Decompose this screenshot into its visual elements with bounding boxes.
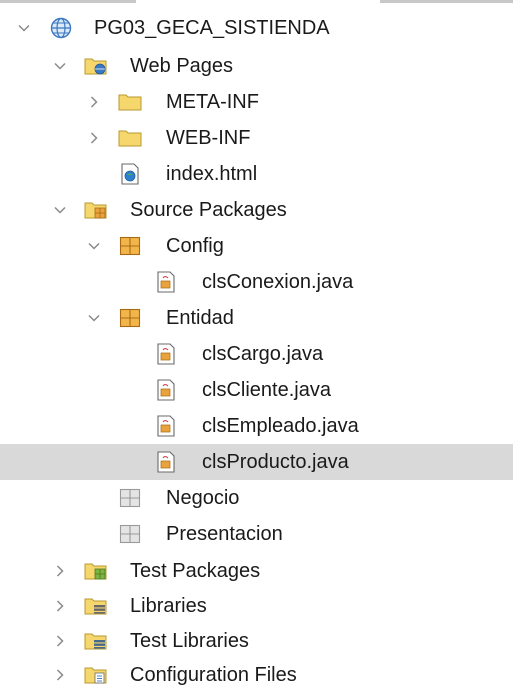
top-border-segment	[0, 0, 136, 3]
chevron-down-icon[interactable]	[88, 240, 100, 252]
chevron-right-icon[interactable]	[88, 132, 100, 144]
tree-node-label: clsEmpleado.java	[202, 415, 359, 437]
tree-node-web-pages[interactable]: Web Pages	[0, 48, 513, 84]
tree-node-label: Presentacion	[166, 523, 283, 545]
tree-node-label: clsCliente.java	[202, 379, 331, 401]
tree-node-cls-cliente[interactable]: clsCliente.java	[0, 372, 513, 408]
tree-node-label: clsCargo.java	[202, 343, 324, 365]
package-icon	[119, 235, 141, 257]
tree-node-label: Libraries	[130, 595, 207, 617]
tree-node-entidad[interactable]: Entidad	[0, 300, 513, 336]
tree-node-config[interactable]: Config	[0, 228, 513, 264]
package-icon	[119, 307, 141, 329]
tree-node-label: index.html	[166, 163, 258, 185]
tree-node-presentacion[interactable]: Presentacion	[0, 516, 513, 552]
tree-node-label: Configuration Files	[130, 664, 297, 686]
tree-node-web-inf[interactable]: WEB-INF	[0, 120, 513, 156]
tree-node-label: Config	[166, 235, 224, 257]
tree-node-label: WEB-INF	[166, 127, 251, 149]
folder-icon	[118, 91, 142, 113]
tree-node-label: PG03_GECA_SISTIENDA	[94, 17, 330, 39]
tree-node-source-packages[interactable]: Source Packages	[0, 192, 513, 228]
top-border	[0, 0, 513, 4]
tree-node-label: Negocio	[166, 487, 240, 509]
web-pages-folder-icon	[84, 55, 107, 77]
test-libraries-icon	[84, 630, 107, 652]
test-packages-icon	[84, 560, 107, 582]
empty-package-icon	[119, 523, 141, 545]
tree-node-label: META-INF	[166, 91, 259, 113]
tree-node-label: clsConexion.java	[202, 271, 354, 293]
java-file-icon	[156, 415, 178, 437]
tree-node-negocio[interactable]: Negocio	[0, 480, 513, 516]
tree-node-label: Web Pages	[130, 55, 234, 77]
java-file-icon	[156, 343, 178, 365]
tree-node-test-packages[interactable]: Test Packages	[0, 553, 513, 589]
html-file-icon	[120, 163, 142, 185]
tree-node-label: Test Packages	[130, 560, 261, 582]
chevron-down-icon[interactable]	[54, 204, 66, 216]
chevron-down-icon[interactable]	[18, 22, 30, 34]
top-border-segment	[380, 0, 513, 3]
tree-node-libraries[interactable]: Libraries	[0, 588, 513, 624]
chevron-down-icon[interactable]	[54, 60, 66, 72]
tree-node-project[interactable]: PG03_GECA_SISTIENDA	[0, 10, 513, 46]
tree-node-label: Source Packages	[130, 199, 287, 221]
tree-node-index-html[interactable]: index.html	[0, 156, 513, 192]
chevron-down-icon[interactable]	[88, 312, 100, 324]
folder-icon	[118, 127, 142, 149]
java-file-icon	[156, 271, 178, 293]
java-file-icon	[156, 379, 178, 401]
chevron-right-icon[interactable]	[54, 600, 66, 612]
tree-node-cls-producto[interactable]: clsProducto.java	[0, 444, 513, 480]
tree-node-label: Entidad	[166, 307, 234, 329]
web-project-globe-icon	[50, 17, 72, 39]
source-packages-icon	[84, 199, 107, 221]
configuration-files-icon	[84, 664, 107, 686]
chevron-right-icon[interactable]	[54, 669, 66, 681]
java-file-icon	[156, 451, 178, 473]
tree-node-label: Test Libraries	[130, 630, 249, 652]
tree-node-meta-inf[interactable]: META-INF	[0, 84, 513, 120]
tree-node-configuration-files[interactable]: Configuration Files	[0, 657, 513, 693]
tree-node-cls-empleado[interactable]: clsEmpleado.java	[0, 408, 513, 444]
chevron-right-icon[interactable]	[88, 96, 100, 108]
chevron-right-icon[interactable]	[54, 635, 66, 647]
tree-node-test-libraries[interactable]: Test Libraries	[0, 623, 513, 659]
libraries-icon	[84, 595, 107, 617]
tree-node-cls-cargo[interactable]: clsCargo.java	[0, 336, 513, 372]
tree-node-label: clsProducto.java	[202, 451, 349, 473]
tree-node-cls-conexion[interactable]: clsConexion.java	[0, 264, 513, 300]
empty-package-icon	[119, 487, 141, 509]
chevron-right-icon[interactable]	[54, 565, 66, 577]
